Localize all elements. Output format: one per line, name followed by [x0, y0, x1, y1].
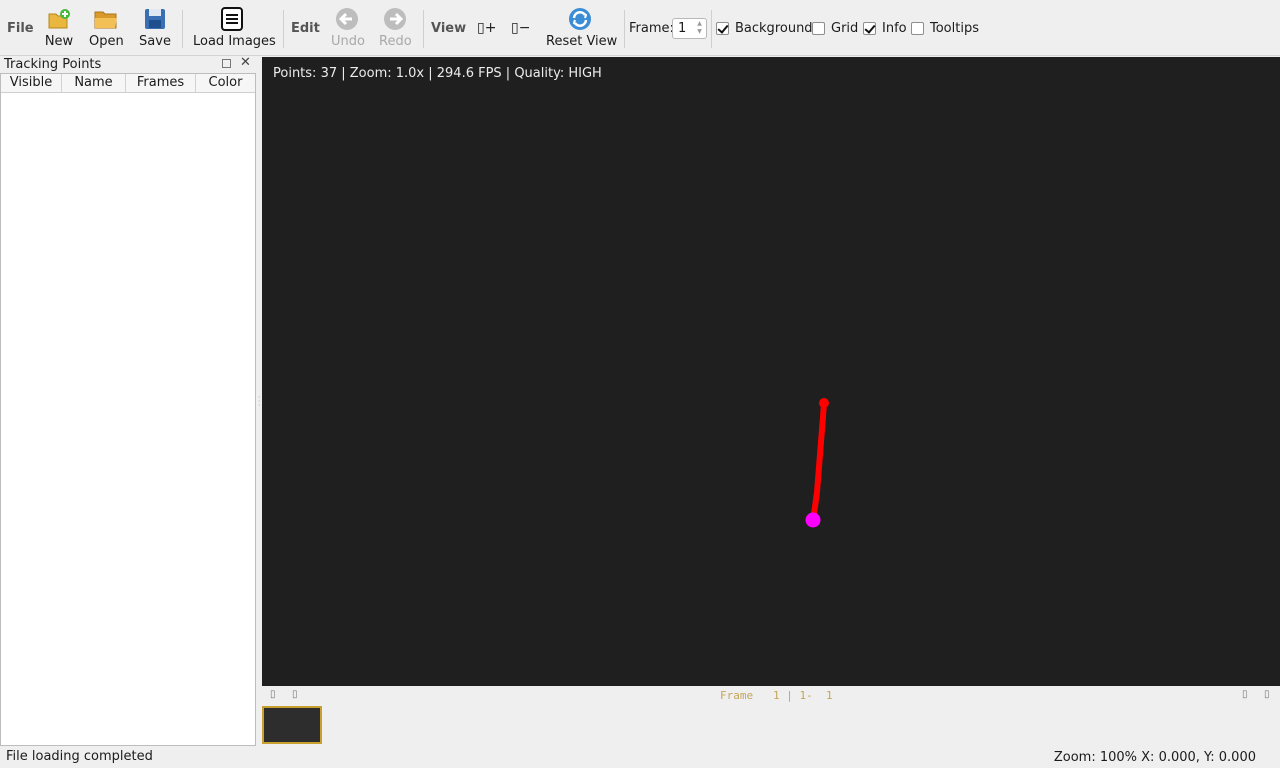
toolbar-separator — [423, 10, 424, 48]
grid-check-icon — [812, 22, 825, 35]
save-disk-icon — [145, 9, 165, 29]
track-drawing — [805, 398, 829, 528]
save-button[interactable]: Save — [139, 4, 171, 52]
refresh-icon — [569, 8, 591, 30]
main-toolbar: File New Open Save Load Images Edit Undo… — [0, 0, 1280, 56]
status-message: File loading completed — [6, 749, 153, 764]
background-check-icon — [716, 22, 729, 35]
redo-arrow-icon — [384, 8, 406, 30]
track-path — [810, 400, 827, 522]
last-frame-button[interactable]: ▯ — [1264, 689, 1270, 700]
track-start-point — [819, 398, 829, 408]
status-coordinates: Zoom: 100% X: 0.000, Y: 0.000 — [1053, 750, 1256, 765]
tracking-points-table[interactable]: Visible Name Frames Color — [0, 73, 256, 746]
dock-close-icon[interactable]: ✕ — [240, 55, 251, 70]
first-frame-button[interactable]: ▯ — [270, 689, 276, 700]
undo-button[interactable]: Undo — [331, 4, 365, 52]
next-frame-button[interactable]: ▯ — [1242, 689, 1248, 700]
file-group-label: File — [7, 21, 34, 36]
view-group-label: View — [431, 21, 467, 36]
toolbar-separator — [283, 10, 284, 48]
status-bar: File loading completed Zoom: 100% X: 0.0… — [0, 746, 1280, 768]
dock-float-icon[interactable] — [222, 59, 231, 68]
grid-checkbox[interactable]: Grid — [812, 21, 858, 36]
column-header-name[interactable]: Name — [62, 74, 126, 93]
new-button[interactable]: New — [44, 4, 74, 52]
frame-thumbnail[interactable] — [262, 706, 322, 744]
column-header-visible[interactable]: Visible — [1, 74, 62, 93]
toolbar-separator — [182, 10, 183, 48]
column-header-color[interactable]: Color — [196, 74, 255, 93]
new-folder-icon — [48, 9, 70, 29]
undo-arrow-icon — [336, 8, 358, 30]
tooltips-check-icon — [911, 22, 924, 35]
prev-frame-button[interactable]: ▯ — [292, 689, 298, 700]
spin-arrows-icon[interactable]: ▲ ▼ — [694, 20, 705, 37]
document-list-icon — [221, 7, 243, 31]
toolbar-separator — [711, 10, 712, 48]
open-button[interactable]: Open — [89, 4, 124, 52]
timeline-frame-info: Frame 1 | 1- 1 — [720, 689, 833, 702]
redo-button[interactable]: Redo — [379, 4, 412, 52]
dock-title: Tracking Points — [4, 57, 102, 72]
edit-group-label: Edit — [291, 21, 320, 36]
tooltips-checkbox[interactable]: Tooltips — [911, 21, 979, 36]
tracking-canvas[interactable]: Points: 37 | Zoom: 1.0x | 294.6 FPS | Qu… — [262, 57, 1280, 686]
timeline-panel: ▯ ▯ Frame 1 | 1- 1 ▯ ▯ — [262, 686, 1280, 746]
dock-splitter-handle[interactable]: · · · — [258, 394, 261, 410]
info-check-icon — [863, 22, 876, 35]
reset-view-button[interactable]: Reset View — [546, 4, 617, 52]
column-header-frames[interactable]: Frames — [126, 74, 196, 93]
frame-label: Frame: — [629, 21, 674, 36]
current-point-marker[interactable] — [805, 512, 821, 528]
load-images-button[interactable]: Load Images — [193, 4, 276, 52]
open-folder-icon — [94, 11, 117, 29]
tracking-points-dock: Tracking Points ✕ Visible Name Frames Co… — [0, 55, 257, 746]
info-checkbox[interactable]: Info — [863, 21, 907, 36]
table-header: Visible Name Frames Color — [1, 74, 255, 93]
background-checkbox[interactable]: Background — [716, 21, 813, 36]
frame-value: 1 — [678, 21, 687, 36]
zoom-out-button[interactable]: ▯− — [511, 20, 530, 36]
toolbar-separator — [624, 10, 625, 48]
zoom-in-button[interactable]: ▯+ — [477, 20, 496, 36]
frame-spinbox[interactable]: 1 ▲ ▼ — [672, 18, 707, 39]
